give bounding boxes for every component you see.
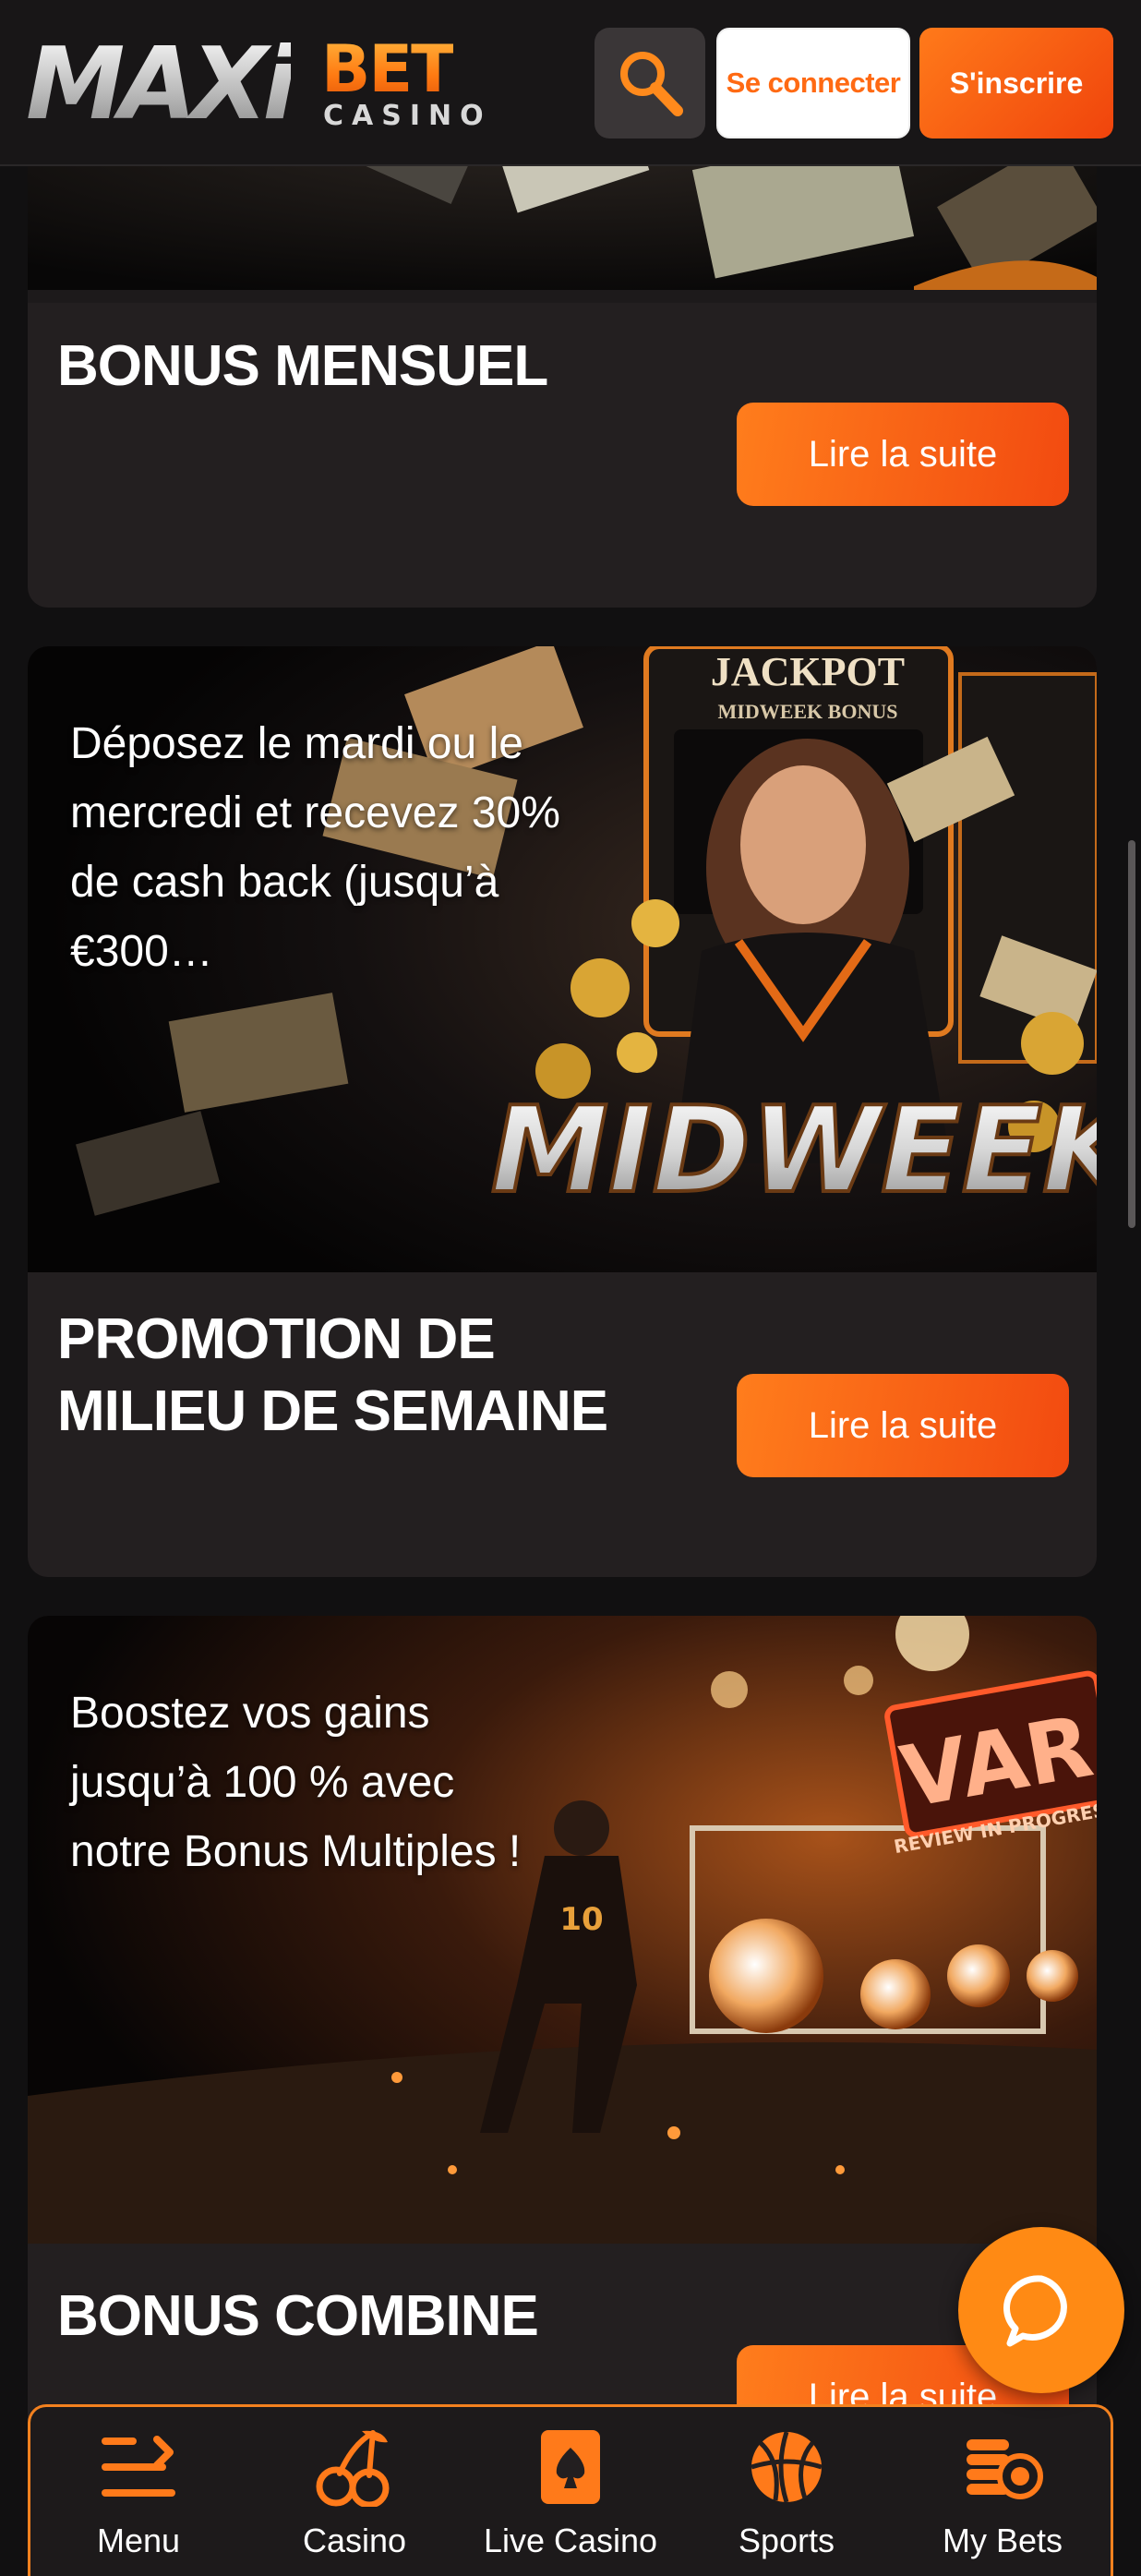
read-more-button[interactable]: Lire la suite (737, 1374, 1069, 1477)
maxibet-logo[interactable]: MAXi BET CASINO (26, 35, 487, 137)
nav-label: Sports (738, 2522, 835, 2559)
chat-button[interactable] (958, 2227, 1124, 2393)
banner-jackpot-text: JACKPOT (711, 649, 905, 694)
read-more-button[interactable]: Lire la suite (737, 403, 1069, 506)
cherries-icon (316, 2430, 390, 2507)
card-title: BONUS COMBINE (57, 2284, 539, 2348)
playing-card-icon (541, 2430, 600, 2504)
login-button[interactable]: Se connecter (716, 28, 910, 138)
nav-item-my-bets[interactable]: My Bets (895, 2407, 1111, 2576)
basketball-icon (751, 2431, 823, 2503)
promo-description: Boostez vos gains jusqu’à 100 % avec not… (70, 1689, 522, 1876)
nav-item-sports[interactable]: Sports (679, 2407, 895, 2576)
card-title: BONUS MENSUEL (57, 334, 548, 398)
nav-item-menu[interactable]: Menu (30, 2407, 246, 2576)
nav-label: Casino (302, 2522, 407, 2559)
signup-button[interactable]: S'inscrire (919, 28, 1113, 138)
bottom-navigation: Menu Casino Live Casino Sports My Bets (28, 2404, 1113, 2576)
logo-maxi-text: MAXi (26, 27, 296, 142)
promo-card-combo-bonus: VAR REVIEW IN PROGRESS 10 Boostez vos ga… (28, 1616, 1097, 2539)
coins-icon (967, 2439, 1043, 2499)
page-scrollbar[interactable] (1128, 840, 1135, 1228)
nav-label: My Bets (942, 2522, 1063, 2559)
menu-icon (102, 2436, 175, 2497)
nav-item-casino[interactable]: Casino (246, 2407, 462, 2576)
search-icon (620, 52, 683, 116)
banner-headline-text: MIDWEEK (491, 1082, 1097, 1220)
chat-bubble-icon (1003, 2275, 1067, 2347)
card-title: PROMOTION DE MILIEU DE SEMAINE (57, 1307, 608, 1443)
promo-description: Déposez le mardi ou le mercredi et recev… (70, 719, 560, 976)
logo-casino-text: CASINO (323, 100, 492, 132)
nav-label: Menu (96, 2522, 181, 2559)
promo-card-monthly-bonus: BONUS MENSUEL Lire la suite (28, 92, 1097, 608)
logo-bet-text: BET (321, 31, 455, 107)
top-header: MAXi BET CASINO Se connecter S'inscrire (0, 0, 1141, 166)
promo-card-midweek: JACKPOT MIDWEEK BONUS MIDWEEK Déposez le… (28, 646, 1097, 1577)
search-button[interactable] (595, 28, 705, 138)
nav-label: Live Casino (483, 2522, 658, 2559)
nav-item-live-casino[interactable]: Live Casino (462, 2407, 679, 2576)
banner-sub-text: MIDWEEK BONUS (718, 700, 898, 723)
player-number: 10 (559, 1901, 603, 1938)
